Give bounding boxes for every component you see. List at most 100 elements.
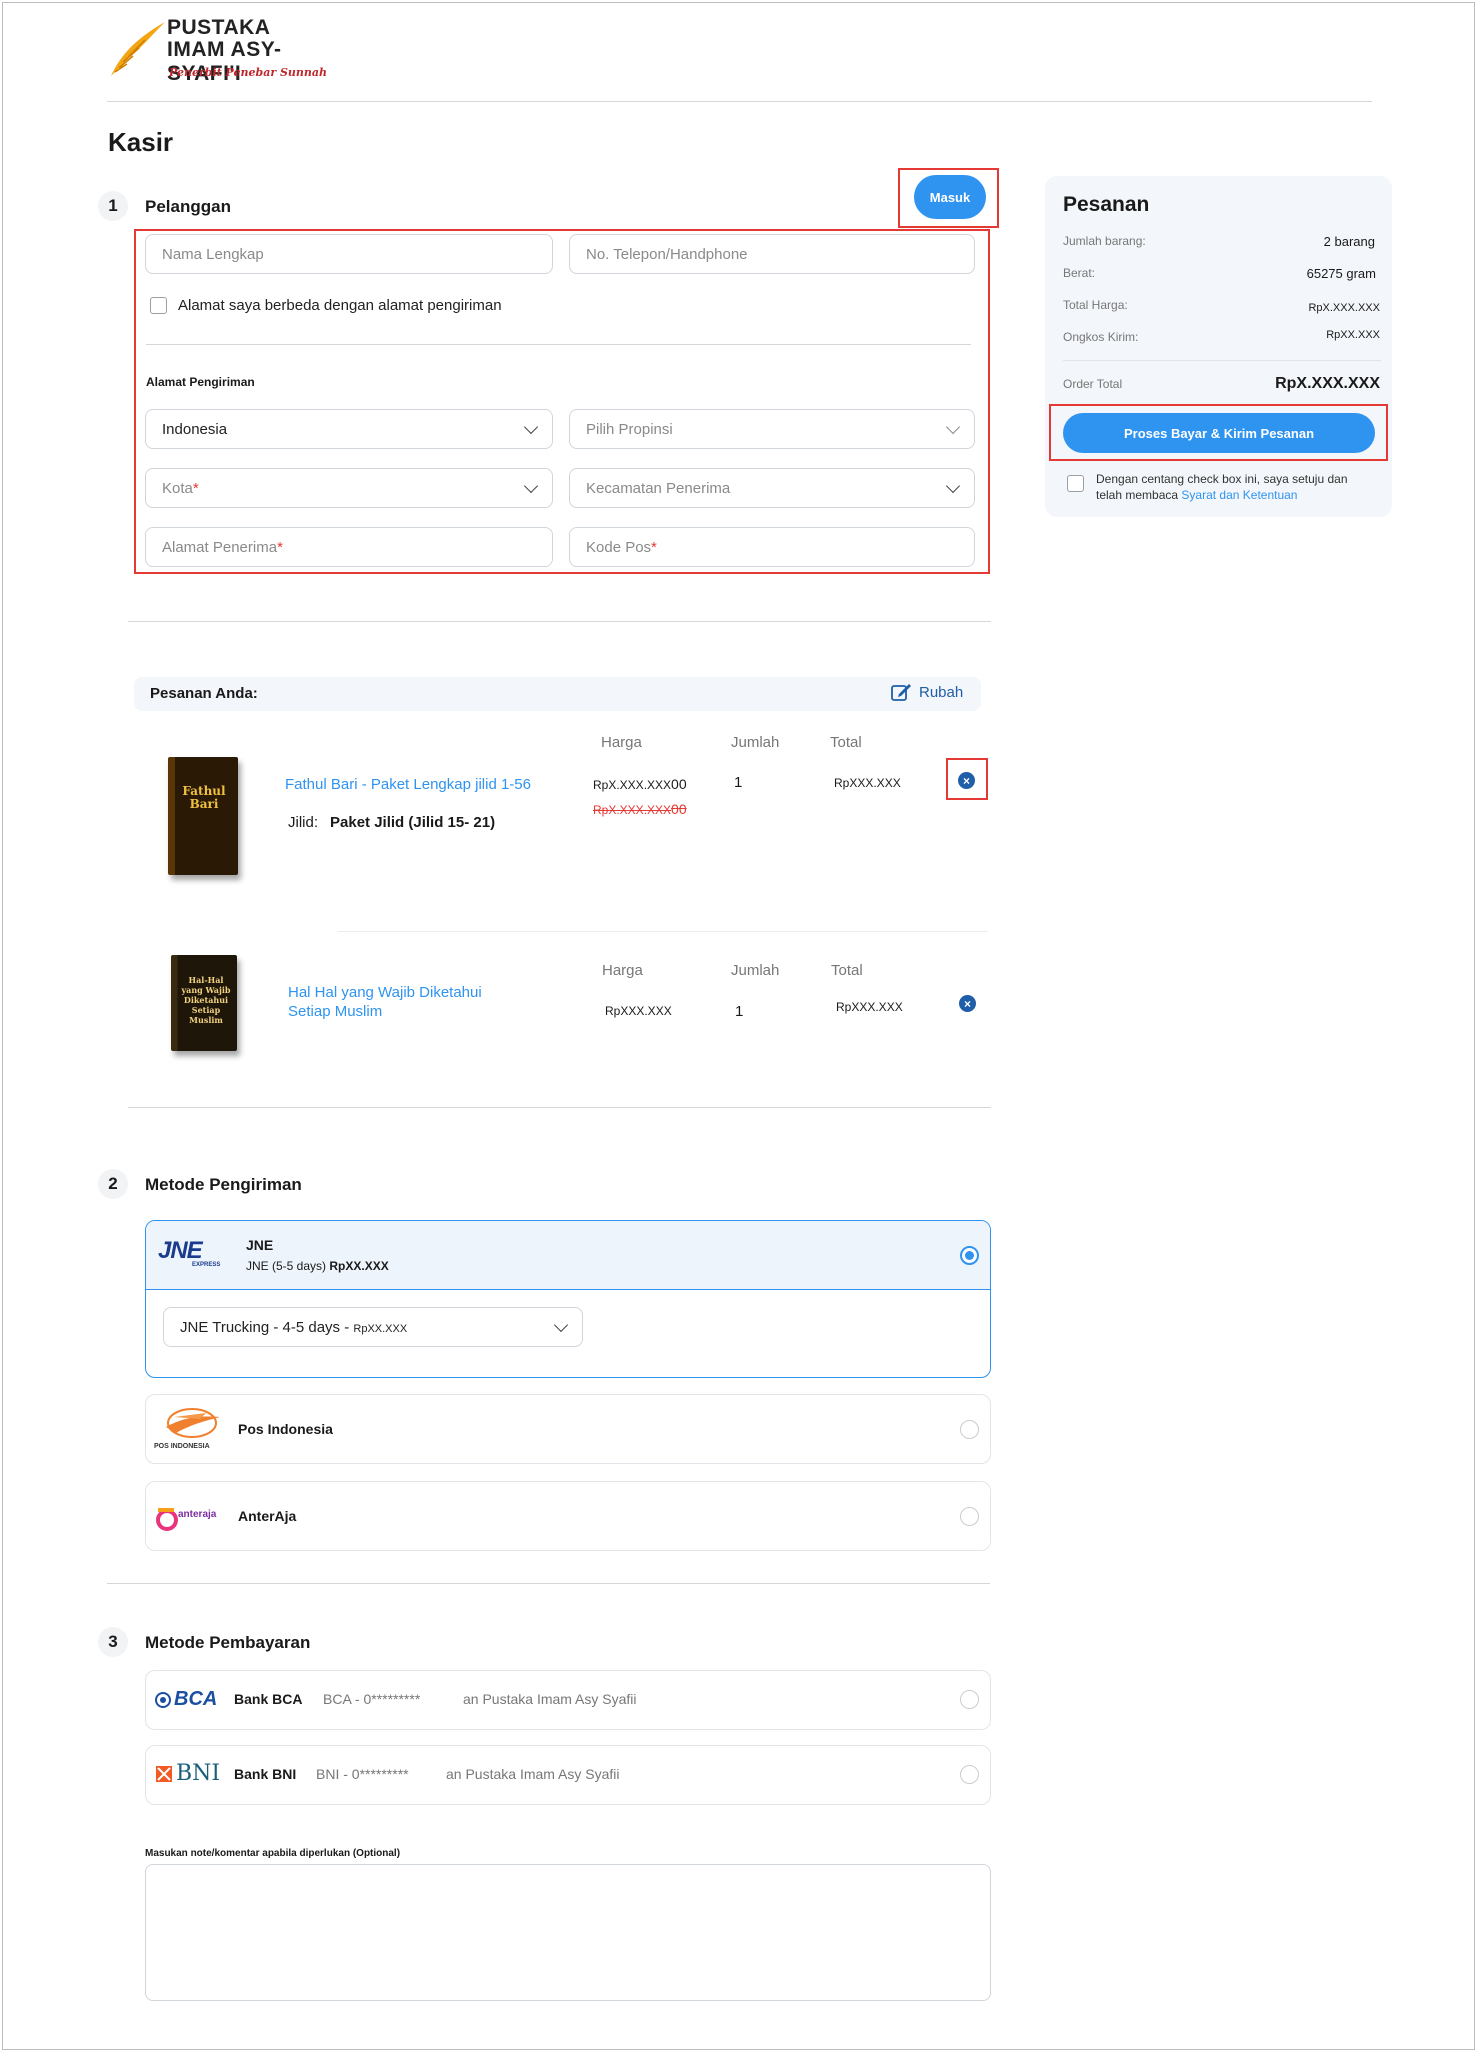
annotation-box-remove <box>946 758 988 800</box>
summary-shipping-value: RpXX.XXX <box>1326 329 1380 341</box>
order-title: Pesanan Anda: <box>150 685 258 702</box>
note-textarea[interactable] <box>145 1864 991 2001</box>
anteraja-radio[interactable] <box>960 1507 979 1526</box>
col-price: Harga <box>601 734 642 751</box>
bca-logo: BCA <box>155 1688 217 1711</box>
chevron-down-icon <box>523 478 539 493</box>
terms-checkbox[interactable] <box>1067 475 1084 492</box>
summary-title: Pesanan <box>1063 193 1150 216</box>
province-placeholder: Pilih Propinsi <box>586 420 673 438</box>
summary-price-value: RpX.XXX.XXX <box>1308 302 1380 314</box>
annotation-box-checkout <box>1049 404 1388 461</box>
customer-divider <box>146 344 971 345</box>
shipping-option-pos[interactable]: POS INDONESIA Pos Indonesia <box>145 1394 991 1464</box>
summary-total-label: Order Total <box>1063 377 1123 391</box>
summary-qty-value: 2 barang <box>1323 234 1375 249</box>
col-qty: Jumlah <box>731 734 780 751</box>
country-select[interactable]: Indonesia <box>145 409 553 449</box>
phone-input[interactable]: No. Telepon/Handphone <box>569 234 975 274</box>
shipping-option-jne[interactable]: JNE EXPRESS JNE JNE (5-5 days) RpXX.XXX … <box>145 1220 991 1378</box>
payment-section-title: Metode Pembayaran <box>145 1633 311 1652</box>
jne-logo: JNE EXPRESS <box>158 1237 221 1268</box>
page-title: Kasir <box>108 127 174 157</box>
remove-item-button[interactable]: × <box>959 995 976 1012</box>
chevron-down-icon <box>553 1317 569 1332</box>
required-mark: * <box>277 538 283 556</box>
country-value: Indonesia <box>162 420 228 438</box>
name-input[interactable]: Nama Lengkap <box>145 234 553 274</box>
bni-account: BNI - 0********* <box>316 1766 409 1782</box>
edit-order-label: Rubah <box>919 683 964 701</box>
summary-divider <box>1063 360 1381 361</box>
brand-line1: PUSTAKA <box>167 16 271 39</box>
col-qty: Jumlah <box>731 962 780 979</box>
section-divider <box>128 1107 991 1108</box>
product-image-hal-hal[interactable]: Hal-Hal yang Wajib Diketahui Setiap Musl… <box>171 955 237 1051</box>
section-divider <box>107 1583 990 1584</box>
bni-logo: BNI <box>155 1761 220 1786</box>
anteraja-logo-icon <box>156 1508 178 1531</box>
jne-detail: JNE (5-5 days) RpXX.XXX <box>246 1259 389 1273</box>
edit-icon <box>891 684 911 701</box>
jne-service-select[interactable]: JNE Trucking - 4-5 days - RpXX.XXX <box>163 1307 583 1347</box>
col-price: Harga <box>602 962 643 979</box>
item-old-price: RpX.XXX.XXX00 <box>593 801 687 817</box>
shipping-section-title: Metode Pengiriman <box>145 1175 302 1194</box>
bni-radio[interactable] <box>960 1765 979 1784</box>
summary-total-value: RpX.XXX.XXX <box>1275 375 1380 392</box>
item-qty: 1 <box>734 774 743 791</box>
chevron-down-icon <box>945 478 961 493</box>
item-divider <box>338 931 988 932</box>
city-select[interactable]: Kota* <box>145 468 553 508</box>
postal-code-input[interactable]: Kode Pos* <box>569 527 975 567</box>
close-icon: × <box>963 996 971 1011</box>
shipping-address-title: Alamat Pengiriman <box>146 375 255 389</box>
city-placeholder: Kota <box>162 479 193 497</box>
chevron-down-icon <box>523 419 539 434</box>
phone-placeholder: No. Telepon/Handphone <box>586 245 748 263</box>
logo[interactable]: PUSTAKA IMAM ASY-SYAFI'I Penerbit Peneba… <box>105 16 335 85</box>
variant-label: Jilid: <box>288 814 319 831</box>
annotation-box-login <box>898 168 999 228</box>
jne-name: JNE <box>246 1237 274 1253</box>
postal-placeholder: Kode Pos <box>586 538 652 556</box>
brand-tagline: Penerbit Penebar Sunnah <box>169 66 328 79</box>
district-select[interactable]: Kecamatan Penerima <box>569 468 975 508</box>
col-total: Total <box>830 734 862 751</box>
terms-text: Dengan centang check box ini, saya setuj… <box>1096 472 1348 502</box>
annotation-box-customer-form <box>134 229 990 574</box>
anteraja-logo-text: anteraja <box>178 1509 217 1520</box>
province-select[interactable]: Pilih Propinsi <box>569 409 975 449</box>
product-image-fathul-bari[interactable]: Fathul Bari <box>168 757 238 875</box>
product-name-link[interactable]: Fathul Bari - Paket Lengkap jilid 1-56 <box>285 776 531 793</box>
note-label: Masukan note/komentar apabila diperlukan… <box>145 1848 401 1859</box>
edit-order-link[interactable]: Rubah <box>891 682 963 702</box>
item-total: RpXXX.XXX <box>836 1000 903 1014</box>
terms-link[interactable]: Syarat dan Ketentuan <box>1181 488 1297 502</box>
payment-option-bni[interactable]: BNI Bank BNI BNI - 0********* an Pustaka… <box>145 1745 991 1805</box>
summary-shipping-label: Ongkos Kirim: <box>1063 330 1139 344</box>
summary-price-label: Total Harga: <box>1063 298 1128 312</box>
bni-name: Bank BNI <box>234 1766 297 1782</box>
order-header-bar <box>134 677 981 711</box>
bca-account: BCA - 0********* <box>323 1691 421 1707</box>
summary-weight-value: 65275 gram <box>1306 266 1376 281</box>
cover-title: Fathul Bari <box>182 784 226 811</box>
product-name-link[interactable]: Hal Hal yang Wajib Diketahui Setiap Musl… <box>288 983 508 1021</box>
pos-radio[interactable] <box>960 1420 979 1439</box>
summary-qty-label: Jumlah barang: <box>1063 234 1146 248</box>
address-placeholder: Alamat Penerima <box>162 538 278 556</box>
shipping-option-anteraja[interactable]: anteraja AnterAja <box>145 1481 991 1551</box>
required-mark: * <box>192 479 199 497</box>
bca-holder: an Pustaka Imam Asy Syafii <box>463 1691 637 1707</box>
jne-radio[interactable] <box>960 1246 979 1265</box>
bca-radio[interactable] <box>960 1690 979 1709</box>
address-input[interactable]: Alamat Penerima* <box>145 527 553 567</box>
pos-indonesia-logo-icon <box>166 1408 220 1438</box>
section-divider <box>128 621 991 622</box>
payment-option-bca[interactable]: BCA Bank BCA BCA - 0********* an Pustaka… <box>145 1670 991 1730</box>
different-address-checkbox[interactable] <box>150 297 167 314</box>
required-mark: * <box>651 538 657 556</box>
step-3-badge: 3 <box>98 1627 128 1657</box>
variant-value: Paket Jilid (Jilid 15- 21) <box>330 814 496 831</box>
